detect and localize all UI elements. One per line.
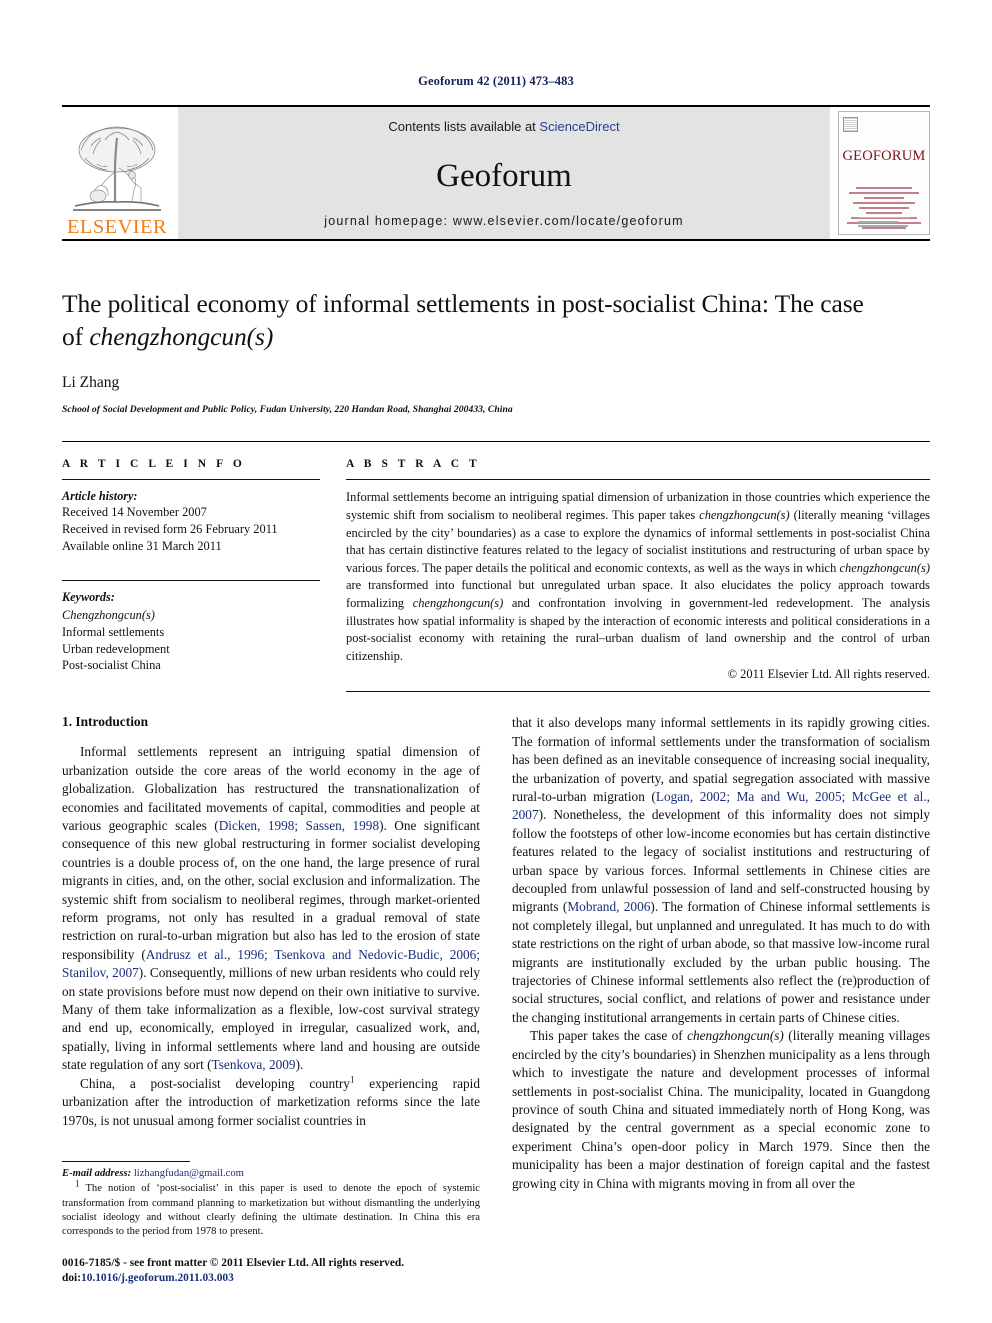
page-title: The political economy of informal settle… bbox=[62, 287, 930, 353]
cover-journal-title: GEOFORUM bbox=[842, 148, 926, 164]
footnote-area: E-mail address: lizhangfudan@gmail.com 1… bbox=[62, 1161, 480, 1286]
abstract-italic-term: chengzhongcun(s) bbox=[699, 507, 790, 522]
cover-footer-mark bbox=[858, 217, 910, 229]
elsevier-tree-icon bbox=[73, 126, 161, 211]
section-heading-introduction: 1. Introduction bbox=[62, 714, 149, 730]
elsevier-logo: ELSEVIER bbox=[62, 107, 172, 239]
keywords-divider bbox=[62, 579, 320, 581]
keyword-item: Chengzhongcun(s) bbox=[62, 607, 155, 622]
email-link[interactable]: lizhangfudan@gmail.com bbox=[134, 1168, 244, 1179]
para-text: This paper takes the case of bbox=[530, 1028, 688, 1044]
paragraph: that it also develops many informal sett… bbox=[512, 714, 930, 1027]
body-columns: 1. Introduction Informal settlements rep… bbox=[62, 714, 930, 1286]
article-history-label: Article history: bbox=[62, 489, 138, 504]
citation-link[interactable]: Dicken, 1998; Sassen, 1998 bbox=[219, 818, 379, 833]
article-history-online: Available online 31 March 2011 bbox=[62, 539, 222, 553]
keyword-item: Informal settlements bbox=[62, 624, 165, 639]
paper-title-line2-italic: chengzhongcun(s) bbox=[89, 322, 274, 352]
journal-article-page: Geoforum 42 (2011) 473–483 ELSEVIER Cont… bbox=[0, 0, 992, 1323]
paragraph: Informal settlements represent an intrig… bbox=[62, 743, 480, 1074]
body-column-left: 1. Introduction Informal settlements rep… bbox=[62, 714, 480, 1286]
citation-link[interactable]: Mobrand, 2006 bbox=[567, 899, 650, 914]
keywords-label: Keywords: bbox=[62, 589, 115, 604]
article-info-heading: A R T I C L E I N F O bbox=[62, 458, 246, 471]
doi-line: doi:10.1016/j.geoforum.2011.03.003 bbox=[62, 1271, 480, 1286]
title-block: The political economy of informal settle… bbox=[62, 287, 930, 415]
paper-title-line1: The political economy of informal settle… bbox=[62, 289, 864, 318]
italic-term: chengzhongcun(s) bbox=[687, 1028, 784, 1044]
article-info-column: A R T I C L E I N F O Article history: R… bbox=[62, 458, 320, 692]
keyword-item: Urban redevelopment bbox=[62, 641, 170, 656]
citation-link[interactable]: Tsenkova, 2009 bbox=[212, 1057, 296, 1072]
author-affiliation: School of Social Development and Public … bbox=[62, 404, 513, 416]
para-text: China, a post-socialist developing count… bbox=[80, 1075, 350, 1091]
para-text: ). One significant consequence of this n… bbox=[62, 818, 480, 962]
article-history-revised: Received in revised form 26 February 201… bbox=[62, 522, 278, 537]
footnote-email-line: E-mail address: lizhangfudan@gmail.com bbox=[62, 1167, 480, 1181]
info-abstract-section: A R T I C L E I N F O Article history: R… bbox=[62, 441, 930, 693]
abstract-italic-term: chengzhongcun(s) bbox=[839, 560, 931, 575]
footnote-rule bbox=[62, 1161, 190, 1163]
running-head: Geoforum 42 (2011) 473–483 bbox=[418, 74, 574, 88]
abstract-copyright: © 2011 Elsevier Ltd. All rights reserved… bbox=[727, 667, 930, 682]
journal-banner: Contents lists available at ScienceDirec… bbox=[178, 107, 830, 239]
paragraph: China, a post-socialist developing count… bbox=[62, 1075, 480, 1130]
article-history-received: Received 14 November 2007 bbox=[62, 505, 207, 520]
abstract-heading: A B S T R A C T bbox=[346, 458, 481, 471]
abstract-bottom-divider bbox=[346, 691, 930, 693]
abstract-text: Informal settlements become an intriguin… bbox=[346, 489, 930, 665]
journal-title: Geoforum bbox=[436, 157, 572, 194]
doi-link[interactable]: 10.1016/j.geoforum.2011.03.003 bbox=[81, 1272, 234, 1284]
contents-list-line: Contents lists available at ScienceDirec… bbox=[388, 119, 619, 134]
elsevier-wordmark: ELSEVIER bbox=[67, 215, 167, 238]
paper-title-line2-prefix: of bbox=[62, 322, 90, 352]
keyword-item: Post-socialist China bbox=[62, 658, 161, 673]
para-text: ). The formation of Chinese informal set… bbox=[512, 899, 930, 1025]
cover-mini-logo-icon bbox=[843, 117, 858, 132]
journal-cover-thumbnail: GEOFORUM bbox=[838, 111, 930, 235]
contents-prefix: Contents lists available at bbox=[388, 119, 540, 134]
email-label: E-mail address: bbox=[62, 1168, 132, 1180]
abstract-italic-term: chengzhongcun(s) bbox=[412, 595, 504, 610]
body-column-right: that it also develops many informal sett… bbox=[512, 714, 930, 1286]
keywords-list: Chengzhongcun(s) Informal settlements Ur… bbox=[62, 607, 320, 674]
issn-line: 0016-7185/$ - see front matter © 2011 El… bbox=[62, 1257, 405, 1270]
footnote-text: The notion of ‘post-socialist’ in this p… bbox=[62, 1183, 480, 1237]
sciencedirect-link[interactable]: ScienceDirect bbox=[539, 119, 619, 134]
paragraph: This paper takes the case of chengzhongc… bbox=[512, 1027, 930, 1193]
abstract-divider bbox=[346, 479, 930, 481]
journal-homepage-line[interactable]: journal homepage: www.elsevier.com/locat… bbox=[324, 214, 683, 228]
para-text: ). bbox=[295, 1057, 304, 1073]
para-text: (literally meaning villages encircled by… bbox=[512, 1028, 930, 1191]
doi-label: doi: bbox=[62, 1272, 81, 1285]
footnote-note-1: 1 The notion of ‘post-socialist’ in this… bbox=[62, 1179, 480, 1239]
article-info-divider bbox=[62, 479, 320, 481]
imprint-block: 0016-7185/$ - see front matter © 2011 El… bbox=[62, 1256, 480, 1286]
abstract-column: A B S T R A C T Informal settlements bec… bbox=[320, 458, 930, 693]
author-name: Li Zhang bbox=[62, 374, 120, 392]
journal-masthead: ELSEVIER Contents lists available at Sci… bbox=[62, 105, 930, 241]
